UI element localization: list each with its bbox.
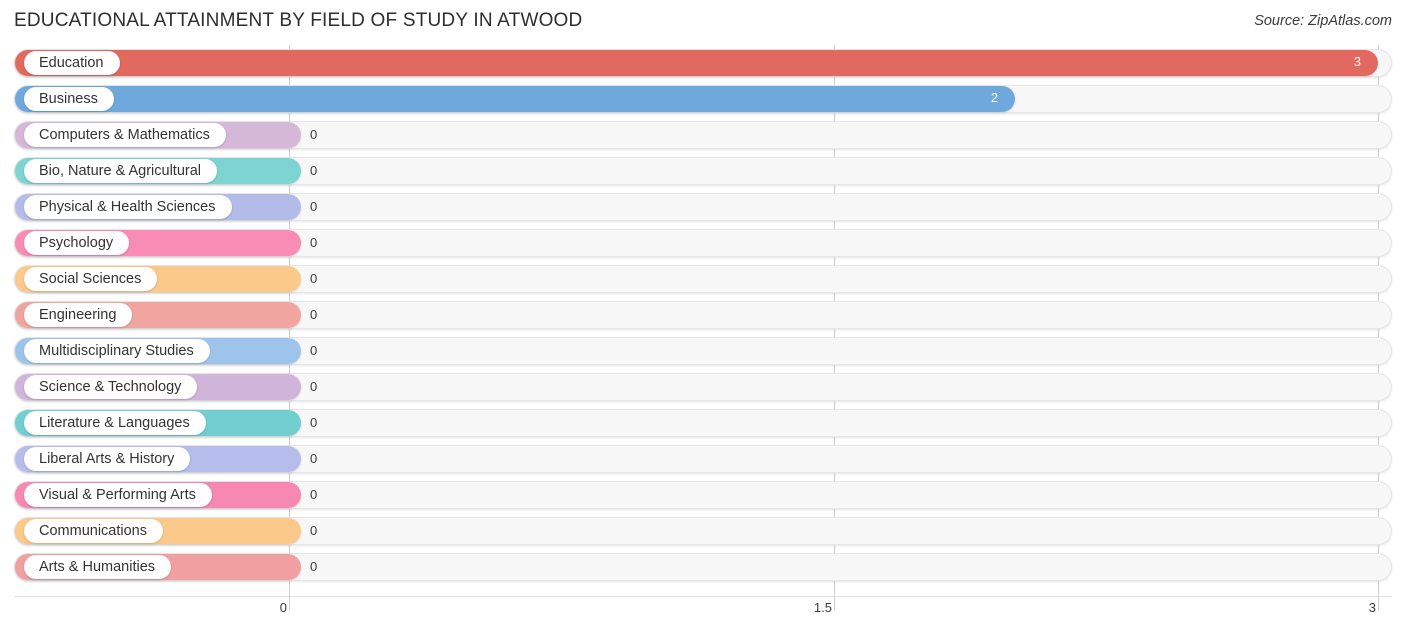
bar-category-label: Business xyxy=(24,87,114,111)
bar-value-label: 0 xyxy=(310,271,318,286)
bar-category-label: Engineering xyxy=(24,303,133,327)
bar-value-label: 3 xyxy=(1354,55,1361,69)
axis-tick-label: 0 xyxy=(279,600,287,615)
bar-category-label: Computers & Mathematics xyxy=(24,123,226,147)
bar-row[interactable]: Communications 0 xyxy=(0,513,1406,549)
bar-value-label: 0 xyxy=(310,487,318,502)
bar-value-label: 0 xyxy=(310,199,318,214)
bar-row[interactable]: Psychology 0 xyxy=(0,225,1406,261)
bar-value-label: 0 xyxy=(310,415,318,430)
bar-value-label: 0 xyxy=(310,559,318,574)
bar-category-label: Social Sciences xyxy=(24,267,158,291)
bar-row[interactable]: Engineering 0 xyxy=(0,297,1406,333)
bar-value-label: 0 xyxy=(310,127,318,142)
bar-category-label: Bio, Nature & Agricultural xyxy=(24,159,217,183)
bar-value-label: 0 xyxy=(310,343,318,358)
bar-value-label: 0 xyxy=(310,379,318,394)
bar-value-label: 2 xyxy=(991,91,998,105)
bar-rows: Education 3 Business 2 Computers & Mathemati… xyxy=(0,45,1406,585)
bar-row[interactable]: Science & Technology 0 xyxy=(0,369,1406,405)
bar-row[interactable]: Physical & Health Sciences 0 xyxy=(0,189,1406,225)
bar-row[interactable]: Computers & Mathematics 0 xyxy=(0,117,1406,153)
axis-line xyxy=(14,596,1392,597)
bar-row[interactable]: Social Sciences 0 xyxy=(0,261,1406,297)
bar-row[interactable]: Arts & Humanities 0 xyxy=(0,549,1406,585)
bar-row[interactable]: Bio, Nature & Agricultural 0 xyxy=(0,153,1406,189)
bar-category-label: Literature & Languages xyxy=(24,411,206,435)
bar-value-label: 0 xyxy=(310,163,318,178)
bar-category-label: Arts & Humanities xyxy=(24,555,172,579)
axis-tick-mark xyxy=(289,596,290,610)
bar-fill xyxy=(15,50,1378,76)
axis-tick-label: 3 xyxy=(1368,600,1376,615)
axis-tick-mark xyxy=(834,596,835,610)
bar-row[interactable]: Visual & Performing Arts 0 xyxy=(0,477,1406,513)
bar-category-label: Physical & Health Sciences xyxy=(24,195,232,219)
bar-row[interactable]: Multidisciplinary Studies 0 xyxy=(0,333,1406,369)
axis-tick-mark xyxy=(1378,596,1379,610)
bar-category-label: Psychology xyxy=(24,231,130,255)
bar-category-label: Multidisciplinary Studies xyxy=(24,339,210,363)
bar-row[interactable]: Business 2 xyxy=(0,81,1406,117)
bar-value-label: 0 xyxy=(310,307,318,322)
x-axis: 0 1.5 3 xyxy=(0,596,1406,631)
axis-tick-label: 1.5 xyxy=(813,600,832,615)
source-attribution: Source: ZipAtlas.com xyxy=(1254,13,1392,29)
bar-category-label: Communications xyxy=(24,519,163,543)
bar-fill xyxy=(15,86,1015,112)
bar-value-label: 0 xyxy=(310,235,318,250)
bar-category-label: Science & Technology xyxy=(24,375,198,399)
bar-row[interactable]: Education 3 xyxy=(0,45,1406,81)
bar-value-label: 0 xyxy=(310,523,318,538)
bar-category-label: Education xyxy=(24,51,120,75)
bar-row[interactable]: Literature & Languages 0 xyxy=(0,405,1406,441)
bar-value-label: 0 xyxy=(310,451,318,466)
chart-header: EDUCATIONAL ATTAINMENT BY FIELD OF STUDY… xyxy=(0,0,1406,45)
plot-area: Education 3 Business 2 Computers & Mathemati… xyxy=(0,45,1406,596)
bar-category-label: Liberal Arts & History xyxy=(24,447,191,471)
bar-category-label: Visual & Performing Arts xyxy=(24,483,212,507)
page-title: EDUCATIONAL ATTAINMENT BY FIELD OF STUDY… xyxy=(14,10,583,31)
bar-row[interactable]: Liberal Arts & History 0 xyxy=(0,441,1406,477)
chart-root: EDUCATIONAL ATTAINMENT BY FIELD OF STUDY… xyxy=(0,0,1406,631)
